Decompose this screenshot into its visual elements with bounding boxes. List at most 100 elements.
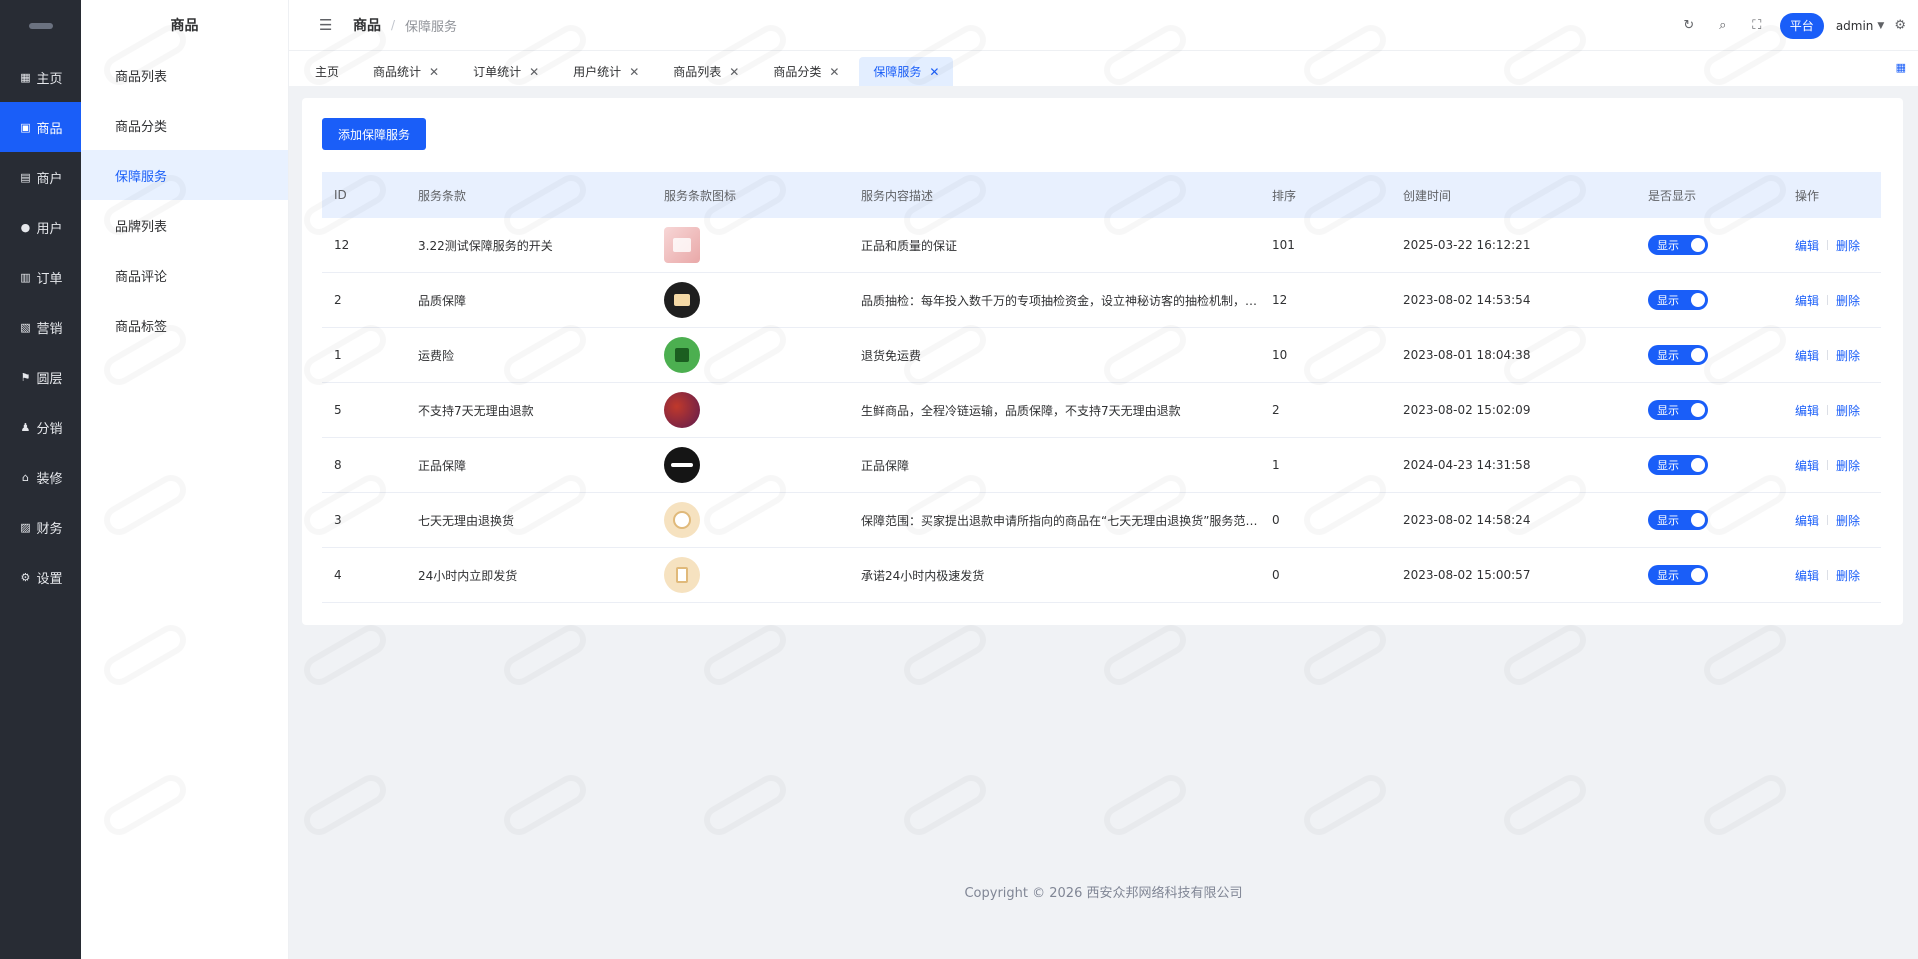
rail-item-0[interactable]: ▦ 主页 (0, 52, 81, 102)
search-icon[interactable]: ⌕ (1706, 18, 1740, 33)
rail-item-3[interactable]: ● 用户 (0, 202, 81, 252)
cell-name: 正品保障 (418, 458, 467, 473)
delete-link[interactable]: 删除 (1836, 402, 1860, 419)
table-row: 12 3.22测试保障服务的开关 正品和质量的保证 101 2025-03-22 16:… (322, 218, 1881, 273)
delivery-badge-icon (664, 557, 700, 593)
tab-5[interactable]: 商品分类 ✕ (759, 57, 853, 86)
tab-4[interactable]: 商品列表 ✕ (659, 57, 753, 86)
cell-show: 显示 (1636, 235, 1783, 255)
tab-2[interactable]: 订单统计 ✕ (459, 57, 553, 86)
rail-item-4[interactable]: ▥ 订单 (0, 252, 81, 302)
close-icon[interactable]: ✕ (829, 65, 839, 79)
edit-link[interactable]: 编辑 (1795, 567, 1819, 584)
close-icon[interactable]: ✕ (529, 65, 539, 79)
column-header-3: 服务内容描述 (861, 188, 934, 203)
cell-actions: 编辑 删除 (1783, 347, 1881, 364)
show-toggle[interactable]: 显示 (1648, 455, 1708, 475)
show-toggle[interactable]: 显示 (1648, 290, 1708, 310)
bag-icon: ▣ (20, 120, 31, 134)
tab-3[interactable]: 用户统计 ✕ (559, 57, 653, 86)
edit-link[interactable]: 编辑 (1795, 347, 1819, 364)
table-row: 4 24小时内立即发货 承诺24小时内极速发货 0 2023-08-02 15:00:5… (322, 548, 1881, 603)
delete-link[interactable]: 删除 (1836, 347, 1860, 364)
fullscreen-icon[interactable]: ⛶ (1740, 18, 1774, 33)
watermark-mark (899, 620, 992, 691)
edit-link[interactable]: 编辑 (1795, 292, 1819, 309)
delete-link[interactable]: 删除 (1836, 457, 1860, 474)
grid-icon: ▦ (20, 70, 31, 84)
cell-name: 3.22测试保障服务的开关 (418, 238, 553, 253)
delete-link[interactable]: 删除 (1836, 237, 1860, 254)
show-toggle[interactable]: 显示 (1648, 235, 1708, 255)
cell-actions: 编辑 删除 (1783, 567, 1881, 584)
platform-button[interactable]: 平台 (1779, 12, 1824, 39)
cell-description: 品质抽检：每年投入数千万的专项抽检资金，设立神秘访客的抽检机制，支持消费者随时对… (861, 293, 1260, 308)
rail-item-6[interactable]: ⚑ 圆层 (0, 352, 81, 402)
cell-description: 生鲜商品，全程冷链运输，品质保障，不支持7天无理由退款 (861, 403, 1181, 418)
cell-sort: 1 (1272, 458, 1280, 472)
tab-1[interactable]: 商品统计 ✕ (359, 57, 453, 86)
fruit-photo-icon (664, 392, 700, 428)
cell-actions: 编辑 删除 (1783, 292, 1881, 309)
refresh-icon[interactable]: ↻ (1672, 18, 1706, 33)
close-icon[interactable]: ✕ (429, 65, 439, 79)
show-toggle[interactable]: 显示 (1648, 565, 1708, 585)
edit-link[interactable]: 编辑 (1795, 512, 1819, 529)
cell-icon (652, 337, 849, 373)
user-menu[interactable]: admin ▼ (1836, 19, 1885, 33)
submenu-item-4[interactable]: 商品评论 (81, 250, 288, 300)
delete-link[interactable]: 删除 (1836, 292, 1860, 309)
wallet-icon: ▨ (20, 520, 31, 534)
rail-item-9[interactable]: ▨ 财务 (0, 502, 81, 552)
close-icon[interactable]: ✕ (929, 65, 939, 79)
action-divider (1827, 570, 1829, 580)
edit-link[interactable]: 编辑 (1795, 237, 1819, 254)
toggle-knob (1691, 238, 1705, 252)
row-actions: 编辑 删除 (1795, 402, 1881, 419)
column-header-1: 服务条款 (418, 188, 467, 203)
watermark-mark (1699, 620, 1792, 691)
tab-0[interactable]: 主页 (301, 57, 353, 86)
rail-item-7[interactable]: ♟ 分销 (0, 402, 81, 452)
close-icon[interactable]: ✕ (629, 65, 639, 79)
tab-label: 用户统计 (573, 65, 622, 79)
rail-item-1[interactable]: ▣ 商品 (0, 102, 81, 152)
cell-icon (652, 227, 849, 263)
tabs-menu-icon[interactable]: ▦ (1896, 61, 1906, 74)
breadcrumb-separator: / (391, 18, 396, 32)
cell-id: 8 (334, 458, 342, 472)
rail-item-8[interactable]: ⌂ 装修 (0, 452, 81, 502)
edit-link[interactable]: 编辑 (1795, 402, 1819, 419)
show-toggle[interactable]: 显示 (1648, 510, 1708, 530)
tab-6[interactable]: 保障服务 ✕ (859, 57, 954, 86)
breadcrumb-current: 保障服务 (405, 19, 458, 35)
settings-gear-icon[interactable]: ⚙ (1894, 18, 1906, 33)
rail-item-10[interactable]: ⚙ 设置 (0, 552, 81, 602)
submenu-item-1[interactable]: 商品分类 (81, 100, 288, 150)
delete-link[interactable]: 删除 (1836, 567, 1860, 584)
show-toggle[interactable]: 显示 (1648, 400, 1708, 420)
menu-toggle-icon[interactable]: ☰ (319, 16, 339, 34)
breadcrumb-parent[interactable]: 商品 (353, 15, 381, 35)
edit-link[interactable]: 编辑 (1795, 457, 1819, 474)
show-toggle[interactable]: 显示 (1648, 345, 1708, 365)
add-service-button[interactable]: 添加保障服务 (322, 118, 426, 150)
cell-icon (652, 502, 849, 538)
table-row: 1 运费险 退货免运费 10 2023-08-01 18:04:38 显示 编辑 删除 (322, 328, 1881, 383)
submenu-item-3[interactable]: 品牌列表 (81, 200, 288, 250)
person-icon: ♟ (20, 420, 31, 434)
cell-show: 显示 (1636, 455, 1783, 475)
submenu-item-0[interactable]: 商品列表 (81, 50, 288, 100)
rail-item-label: 圆层 (36, 371, 63, 387)
cell-show: 显示 (1636, 510, 1783, 530)
submenu-item-5[interactable]: 商品标签 (81, 300, 288, 350)
rail-item-5[interactable]: ▧ 营销 (0, 302, 81, 352)
close-icon[interactable]: ✕ (729, 65, 739, 79)
cell-sort: 0 (1272, 513, 1280, 527)
delete-link[interactable]: 删除 (1836, 512, 1860, 529)
submenu: 商品 商品列表 商品分类 保障服务 品牌列表 商品评论 商品标签 (81, 0, 289, 959)
watermark-mark (1299, 770, 1392, 841)
submenu-item-2[interactable]: 保障服务 (81, 150, 288, 200)
watermark-mark (1099, 770, 1192, 841)
rail-item-2[interactable]: ▤ 商户 (0, 152, 81, 202)
